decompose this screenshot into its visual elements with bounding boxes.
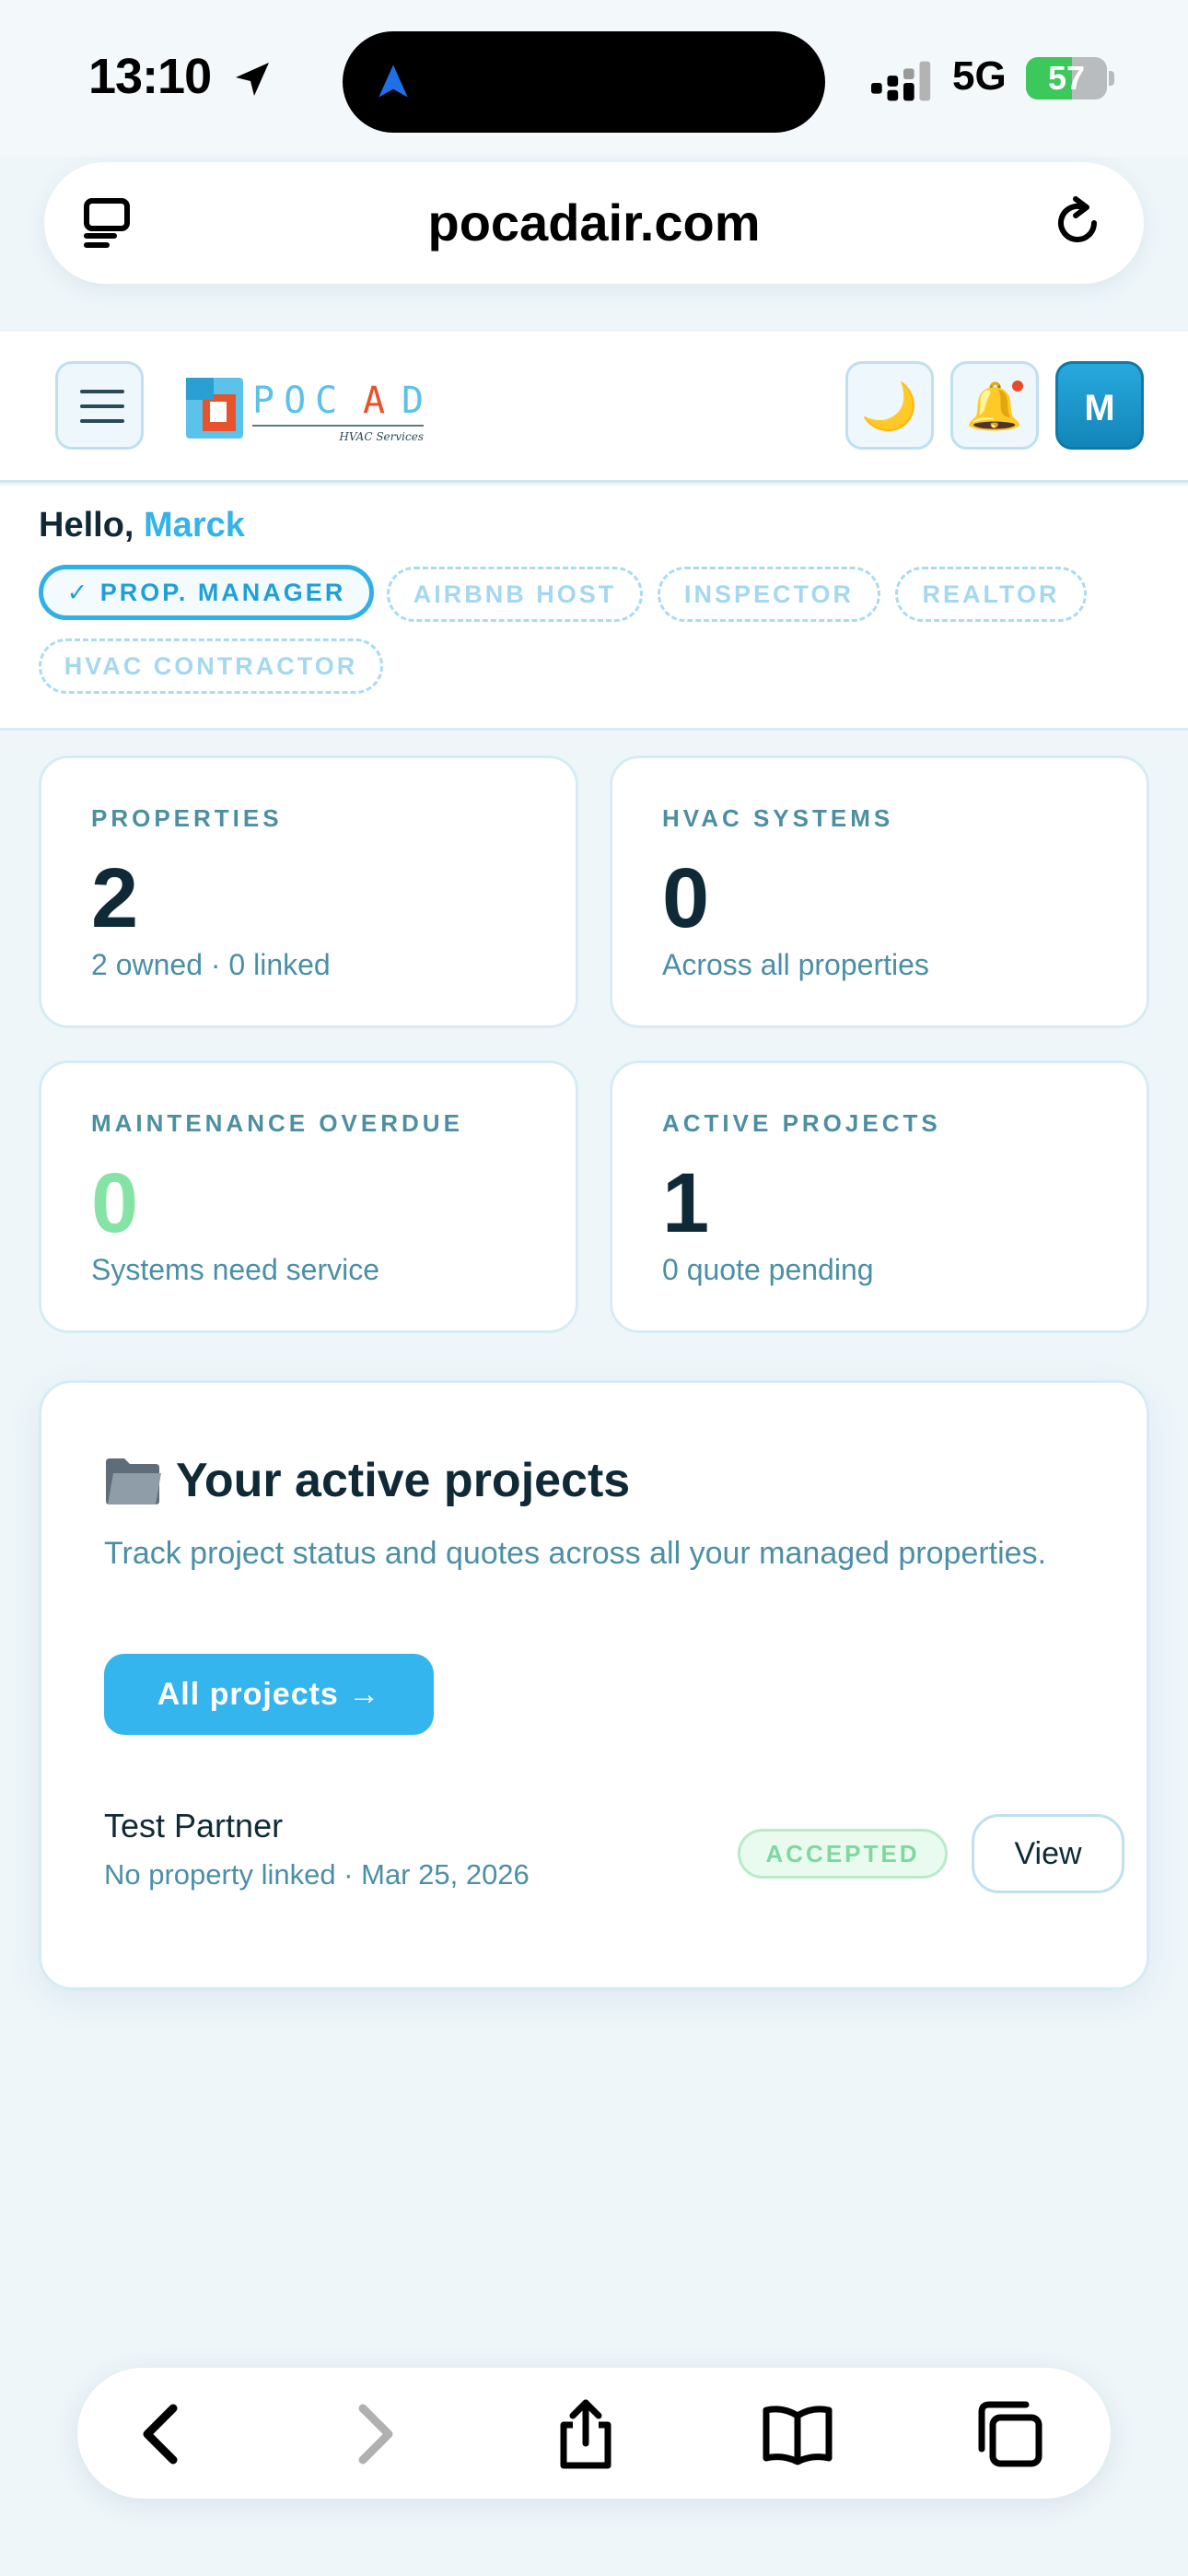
url-text[interactable]: pocadair.com (228, 162, 960, 284)
greeting-section: Hello, Marck ✓ PROP. MANAGER AIRBNB HOST… (0, 486, 1188, 731)
logo-text: POC (252, 380, 346, 422)
stat-card-active-projects[interactable]: ACTIVE PROJECTS 1 0 quote pending (610, 1060, 1149, 1333)
network-label: 5G (952, 53, 1007, 99)
projects-title: Your active projects (176, 1454, 631, 1507)
projects-card: Your active projects Track project statu… (39, 1380, 1149, 1990)
location-arrow-icon (236, 63, 269, 96)
role-chip-inspector[interactable]: INSPECTOR (658, 567, 880, 622)
folder-icon (106, 1458, 161, 1505)
notification-dot (1012, 381, 1023, 392)
url-bar[interactable]: pocadair.com (44, 162, 1144, 284)
app-header: POC A D HVAC Services 🌙 🔔 M (0, 332, 1188, 483)
menu-button[interactable] (55, 361, 144, 450)
stat-value: 0 (662, 851, 710, 945)
svg-text:A: A (363, 380, 394, 422)
forward-icon[interactable] (337, 2397, 411, 2471)
status-bar: 13:10 5G 57 (0, 0, 1188, 157)
back-icon[interactable] (125, 2397, 199, 2471)
theme-toggle-button[interactable]: 🌙 (845, 361, 934, 450)
role-chip-airbnb-host[interactable]: AIRBNB HOST (387, 567, 643, 622)
project-meta: No property linked · Mar 25, 2026 (104, 1858, 530, 1891)
stat-sub: 2 owned · 0 linked (91, 948, 331, 981)
dynamic-island (343, 31, 825, 133)
stat-label: PROPERTIES (91, 804, 283, 832)
browser-toolbar (77, 2368, 1111, 2499)
stat-sub: 0 quote pending (662, 1253, 874, 1286)
navigation-icon (379, 64, 408, 98)
battery-icon: 57 (1026, 57, 1114, 100)
projects-description: Track project status and quotes across a… (104, 1536, 1047, 1571)
role-chip-prop-manager[interactable]: ✓ PROP. MANAGER (39, 565, 374, 620)
logo[interactable]: POC A D HVAC Services (182, 365, 440, 457)
stat-card-hvac-systems[interactable]: HVAC SYSTEMS 0 Across all properties (610, 755, 1149, 1028)
stat-sub: Systems need service (91, 1253, 380, 1286)
stat-value: 0 (91, 1156, 139, 1250)
stat-label: MAINTENANCE OVERDUE (91, 1109, 463, 1137)
logo-tagline: HVAC Services (338, 430, 424, 443)
stat-value: 2 (91, 851, 139, 945)
stat-sub: Across all properties (662, 948, 929, 981)
view-project-button[interactable]: View (972, 1814, 1124, 1893)
notifications-button[interactable]: 🔔 (950, 361, 1039, 450)
stat-card-properties[interactable]: PROPERTIES 2 2 owned · 0 linked (39, 755, 578, 1028)
stat-value: 1 (662, 1156, 710, 1250)
stat-label: HVAC SYSTEMS (662, 804, 894, 832)
svg-text:D: D (402, 380, 424, 422)
tabs-overview-icon[interactable] (973, 2397, 1046, 2471)
status-time: 13:10 (88, 49, 212, 104)
stat-card-maintenance-overdue[interactable]: MAINTENANCE OVERDUE 0 Systems need servi… (39, 1060, 578, 1333)
project-name: Test Partner (104, 1807, 284, 1844)
greeting-prefix: Hello, (39, 506, 134, 544)
battery-percent: 57 (1047, 59, 1086, 97)
bookmarks-icon[interactable] (761, 2397, 834, 2471)
moon-icon: 🌙 (860, 381, 919, 432)
stat-label: ACTIVE PROJECTS (662, 1109, 941, 1137)
menu-icon (80, 390, 124, 393)
greeting: Hello, Marck (39, 506, 245, 545)
role-chip-realtor[interactable]: REALTOR (895, 567, 1087, 622)
user-name: Marck (144, 506, 245, 544)
signal-icon (871, 61, 931, 101)
reload-icon[interactable] (1050, 195, 1105, 251)
share-icon[interactable] (549, 2397, 623, 2471)
status-badge: ACCEPTED (738, 1829, 948, 1879)
avatar[interactable]: M (1055, 361, 1144, 450)
project-row[interactable]: Test Partner No property linked · Mar 25… (104, 1807, 1124, 1908)
all-projects-button[interactable]: All projects → (104, 1654, 434, 1735)
role-chip-hvac-contractor[interactable]: HVAC CONTRACTOR (39, 638, 383, 694)
tabs-icon[interactable] (81, 195, 136, 251)
